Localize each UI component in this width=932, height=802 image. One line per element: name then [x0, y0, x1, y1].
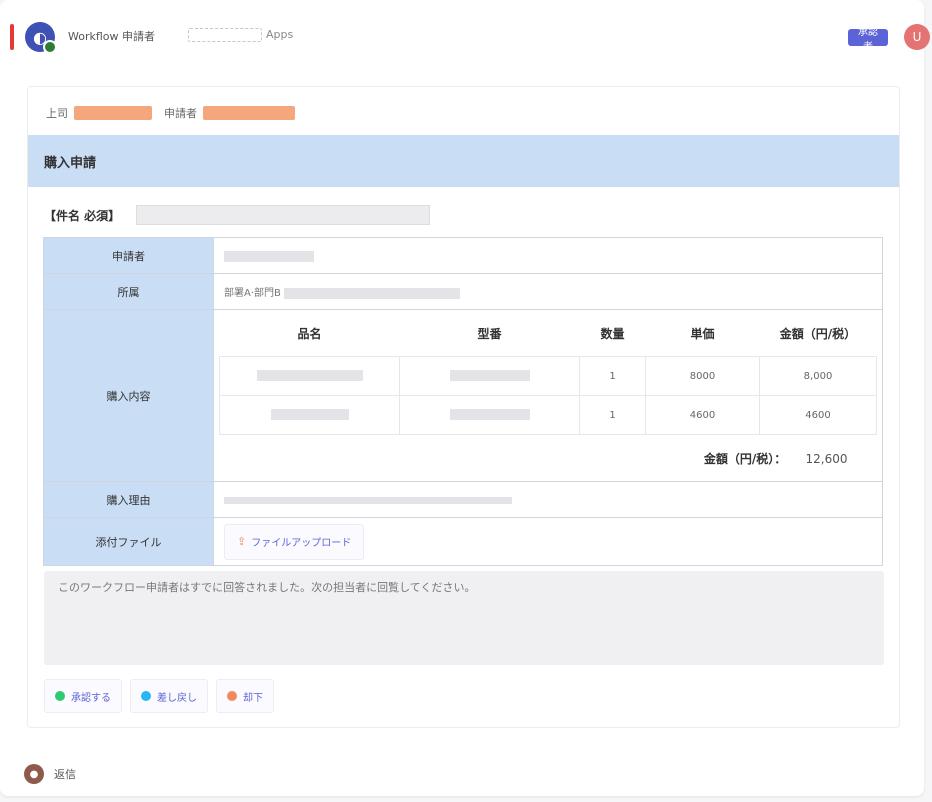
col-header-qty: 数量 [600, 326, 625, 341]
send-back-label: 差し戻し [157, 692, 197, 704]
subject-input[interactable] [136, 205, 431, 225]
purchase-label: 購入内容 [43, 309, 214, 482]
send-back-dot-icon [141, 691, 151, 701]
col-header-price: 単価 [690, 326, 715, 341]
reject-label: 却下 [243, 692, 263, 704]
reject-dot-icon [227, 691, 237, 701]
total-row: 金額（円/税）： 12,600 [220, 435, 877, 482]
department-value-bar [284, 287, 461, 299]
section-header: 購入申請 [28, 135, 899, 187]
app-icon[interactable]: ◐ [25, 22, 57, 54]
meta-chip-applicant[interactable] [203, 106, 295, 120]
item-price-cell[interactable]: 4600 [645, 395, 760, 435]
department-text: 部署A·部門B [224, 288, 281, 299]
meta-label-applicant: 申請者 [164, 107, 197, 120]
item-price-cell[interactable]: 8000 [645, 356, 760, 396]
app-subtitle-placeholder [188, 28, 262, 42]
department-label: 所属 [43, 273, 214, 310]
footer-avatar-icon: ● [24, 764, 44, 784]
item-name-bar [270, 409, 349, 421]
subject-label: 【件名 必須】 [44, 208, 121, 223]
upload-icon: ⇪ [237, 535, 247, 548]
user-avatar[interactable]: U [904, 24, 930, 50]
item-name-cell[interactable] [219, 356, 400, 396]
section-title: 購入申請 [44, 156, 97, 171]
table-row: 1 4600 4600 [219, 395, 877, 435]
app-window: ◐ Workflow 申請者 Apps 承認者 U 上司 申請者 購入申請 【件… [0, 0, 930, 796]
app-title: Workflow 申請者 [68, 30, 156, 43]
item-model-cell[interactable] [399, 395, 580, 435]
item-name-cell[interactable] [219, 395, 400, 435]
action-bar: 承認する 差し戻し 却下 [44, 679, 274, 713]
meta-chip-boss[interactable] [74, 106, 152, 120]
department-value: 部署A·部門B [213, 273, 883, 310]
col-header-name: 品名 [297, 326, 322, 341]
approve-label: 承認する [71, 692, 111, 704]
request-form-table: 申請者 所属 部署A·部門B 購入内容 品名 型番 数量 単価 金額（円/税） … [43, 237, 883, 566]
upload-label: ファイルアップロード [251, 538, 352, 549]
applicant-value [213, 237, 883, 274]
col-header-amount: 金額（円/税） [779, 326, 857, 341]
reply-link[interactable]: 返信 [54, 766, 76, 782]
attachment-value: ⇪ ファイルアップロード [213, 517, 883, 566]
request-card: 上司 申請者 購入申請 【件名 必須】 申請者 所属 部署A·部門B 購入内容 … [27, 86, 900, 728]
online-status-icon [43, 40, 57, 54]
subject-row: 【件名 必須】 [44, 205, 431, 225]
app-subtitle-tail: Apps [266, 28, 294, 41]
notes-box[interactable]: このワークフロー申請者はすでに回答されました。次の担当者に回覧してください。 [44, 571, 884, 665]
applicant-label: 申請者 [43, 237, 214, 274]
applicant-value-bar [224, 250, 314, 262]
items-table: 品名 型番 数量 単価 金額（円/税） 1 8000 8,000 1 4600 … [219, 310, 877, 481]
item-qty-cell[interactable]: 1 [579, 356, 646, 396]
col-header-model: 型番 [477, 326, 502, 341]
accent-bar [10, 24, 14, 50]
reason-label: 購入理由 [43, 481, 214, 518]
meta-label-boss: 上司 [46, 107, 68, 120]
item-amount-cell: 8,000 [759, 356, 877, 396]
notes-text: このワークフロー申請者はすでに回答されました。次の担当者に回覧してください。 [58, 581, 476, 594]
item-model-cell[interactable] [399, 356, 580, 396]
purchase-items-cell: 品名 型番 数量 単価 金額（円/税） 1 8000 8,000 1 4600 … [213, 309, 883, 482]
footer: ● 返信 [24, 764, 76, 784]
item-name-bar [256, 370, 363, 382]
item-model-bar [449, 370, 530, 382]
send-back-button[interactable]: 差し戻し [130, 679, 208, 713]
total-value: 12,600 [805, 451, 848, 466]
total-label: 金額（円/税）： [703, 451, 787, 466]
reject-button[interactable]: 却下 [216, 679, 274, 713]
upload-button[interactable]: ⇪ ファイルアップロード [224, 523, 365, 560]
approve-dot-icon [55, 691, 65, 701]
approver-tag-button[interactable]: 承認者 [848, 27, 888, 53]
item-qty-cell[interactable]: 1 [579, 395, 646, 435]
item-model-bar [449, 409, 530, 421]
meta-row: 上司 申請者 [46, 105, 307, 121]
reason-value-bar [224, 496, 512, 504]
reason-value[interactable] [213, 481, 883, 518]
attachment-label: 添付ファイル [43, 517, 214, 566]
item-amount-cell: 4600 [759, 395, 877, 435]
table-row: 1 8000 8,000 [219, 356, 877, 396]
approve-button[interactable]: 承認する [44, 679, 122, 713]
